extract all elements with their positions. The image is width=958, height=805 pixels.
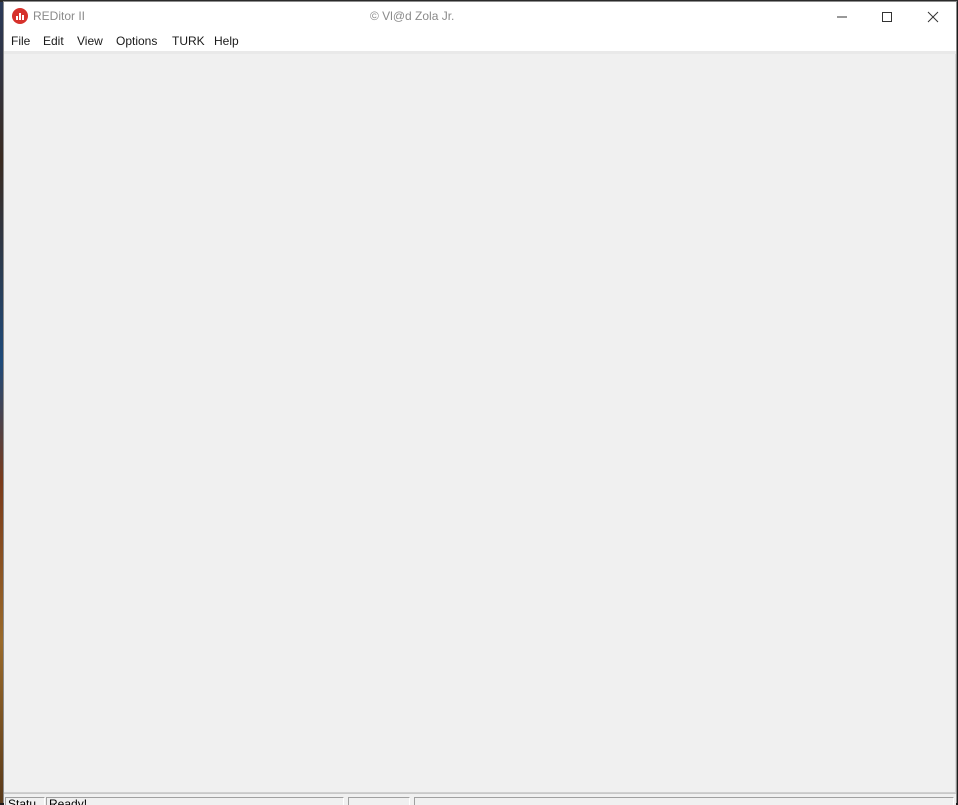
menu-file[interactable]: File — [11, 34, 30, 48]
menu-options[interactable]: Options — [116, 34, 157, 48]
status-panel-message: Ready! — [46, 797, 344, 805]
status-panel-4 — [414, 797, 954, 805]
copyright-title: © Vl@d Zola Jr. — [370, 9, 455, 23]
close-icon — [927, 11, 939, 23]
status-bar: Statu Ready! — [4, 793, 956, 805]
maximize-button[interactable] — [864, 2, 910, 31]
menu-view[interactable]: View — [77, 34, 103, 48]
menu-turk[interactable]: TURK — [172, 34, 205, 48]
status-panel-label: Statu — [5, 797, 45, 805]
close-button[interactable] — [910, 2, 956, 31]
menu-help[interactable]: Help — [214, 34, 239, 48]
app-window: REDitor II © Vl@d Zola Jr. File Edit Vie… — [3, 1, 957, 805]
title-bar[interactable]: REDitor II © Vl@d Zola Jr. — [4, 2, 956, 31]
maximize-icon — [882, 12, 892, 22]
minimize-button[interactable] — [819, 2, 865, 31]
editor-workspace[interactable] — [4, 54, 956, 793]
menu-bar: File Edit View Options TURK Help — [4, 31, 956, 51]
minimize-icon — [837, 16, 847, 18]
reditor-logo-icon[interactable] — [12, 8, 28, 24]
menu-edit[interactable]: Edit — [43, 34, 64, 48]
window-title: REDitor II — [33, 9, 86, 23]
status-panel-3 — [348, 797, 410, 805]
